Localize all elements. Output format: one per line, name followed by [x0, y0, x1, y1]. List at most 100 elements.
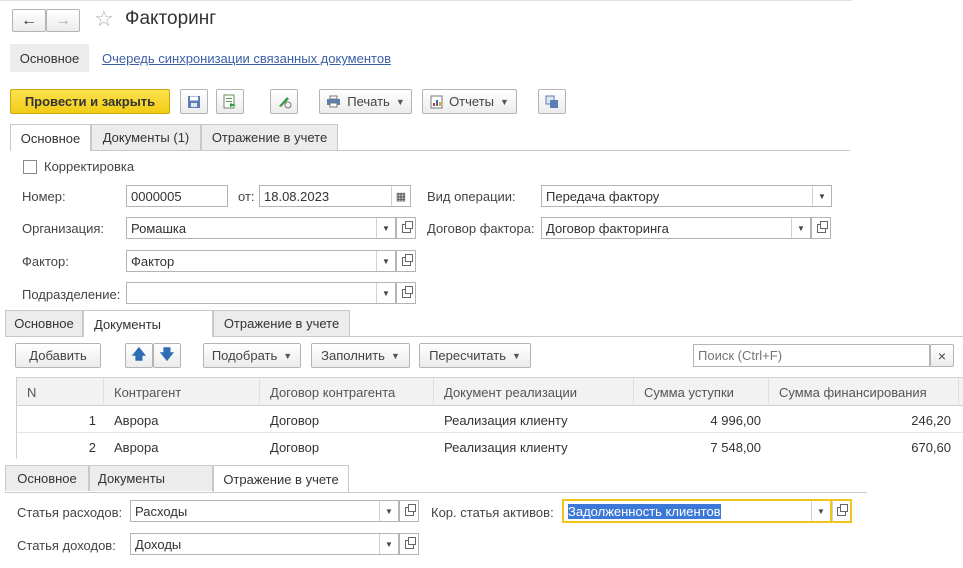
chevron-down-icon[interactable]: ▼	[376, 218, 395, 238]
header-tabbar: Основное Документы (1) Отражение в учете	[10, 124, 850, 151]
col-header-counterparty-contract[interactable]: Договор контрагента	[260, 378, 434, 406]
factor-open-button[interactable]	[396, 250, 416, 272]
factor-select[interactable]: Фактор ▼	[126, 250, 396, 272]
organization-select[interactable]: Ромашка ▼	[126, 217, 396, 239]
organization-open-button[interactable]	[396, 217, 416, 239]
nav-sync-queue-link[interactable]: Очередь синхронизации связанных документ…	[102, 51, 391, 66]
chevron-down-icon: ▼	[395, 96, 405, 107]
number-field[interactable]: 0000005	[126, 185, 228, 207]
cell-contract: Договор	[270, 412, 320, 428]
date-field[interactable]: 18.08.2023 ▦	[259, 185, 411, 207]
title-divider	[0, 0, 852, 1]
add-button[interactable]: Добавить	[15, 343, 101, 368]
open-form-icon	[404, 503, 416, 516]
chevron-down-icon[interactable]: ▼	[812, 186, 831, 206]
table-row[interactable]: 2 Аврора Договор Реализация клиенту 7 54…	[17, 434, 963, 459]
print-button[interactable]: Печать ▼	[319, 89, 412, 114]
search-clear-button[interactable]: ×	[930, 344, 954, 367]
factor-value: Фактор	[131, 253, 175, 269]
docs-tab-main[interactable]: Основное	[5, 310, 83, 336]
move-down-button[interactable]: 🡇	[153, 343, 181, 368]
structure-icon	[545, 95, 558, 108]
chevron-down-icon[interactable]: ▼	[791, 218, 810, 238]
nav-main[interactable]: Основное	[10, 44, 89, 72]
asset-item-select[interactable]: Задолженность клиентов ▼	[562, 499, 832, 523]
post-and-close-button[interactable]: Провести и закрыть	[10, 89, 170, 114]
pencil-icon	[278, 97, 291, 109]
expense-item-select[interactable]: Расходы ▼	[130, 500, 399, 522]
calendar-icon[interactable]: ▦	[391, 186, 410, 206]
save-button[interactable]	[180, 89, 208, 114]
recalculate-button[interactable]: Пересчитать ▼	[419, 343, 531, 368]
docs-tab-accounting[interactable]: Отражение в учете	[213, 310, 350, 336]
income-item-value: Доходы	[135, 536, 182, 552]
operation-type-select[interactable]: Передача фактору ▼	[541, 185, 832, 207]
col-header-sale-document[interactable]: Документ реализации	[434, 378, 634, 406]
arrow-down-icon: 🡇	[159, 345, 175, 362]
tab-main[interactable]: Основное	[10, 124, 91, 151]
department-label: Подразделение:	[22, 287, 121, 302]
tab-documents[interactable]: Документы (1)	[91, 124, 201, 150]
factor-contract-open-button[interactable]	[811, 217, 831, 239]
open-form-icon	[401, 253, 413, 266]
search-input[interactable]	[693, 344, 930, 367]
department-open-button[interactable]	[396, 282, 416, 304]
edit-button[interactable]	[270, 89, 298, 114]
expense-item-label: Статья расходов:	[17, 505, 123, 520]
printer-icon	[327, 95, 341, 108]
asset-item-label: Кор. статья активов:	[431, 505, 554, 520]
operation-type-value: Передача фактору	[546, 188, 660, 204]
reports-button[interactable]: Отчеты ▼	[422, 89, 517, 114]
chevron-down-icon[interactable]: ▼	[376, 283, 395, 303]
income-item-label: Статья доходов:	[17, 538, 116, 553]
recalculate-label: Пересчитать	[429, 348, 506, 363]
post-button[interactable]	[216, 89, 244, 114]
date-from-label: от:	[238, 189, 255, 204]
cell-contract: Договор	[270, 439, 320, 455]
star-icon[interactable]: ☆	[94, 8, 114, 30]
chevron-down-icon[interactable]: ▼	[376, 251, 395, 271]
documents-table: N Контрагент Договор контрагента Докумен…	[16, 377, 963, 459]
correction-checkbox[interactable]	[23, 160, 37, 174]
income-item-open-button[interactable]	[399, 533, 419, 555]
chevron-down-icon[interactable]: ▼	[811, 501, 830, 521]
docs-tab-documents[interactable]: Документы	[83, 310, 213, 337]
cell-assignment-amount: 7 548,00	[710, 439, 761, 455]
acc-tab-main[interactable]: Основное	[5, 465, 89, 491]
col-header-financing-amount[interactable]: Сумма финансирования	[769, 378, 959, 406]
related-docs-button[interactable]	[538, 89, 566, 114]
factor-contract-select[interactable]: Договор факторинга ▼	[541, 217, 811, 239]
organization-label: Организация:	[22, 221, 105, 236]
pick-button[interactable]: Подобрать ▼	[203, 343, 301, 368]
cell-sale-document: Реализация клиенту	[444, 439, 568, 455]
chevron-down-icon: ▼	[500, 96, 509, 107]
cell-counterparty: Аврора	[114, 412, 159, 428]
acc-tab-documents[interactable]: Документы	[89, 465, 213, 491]
col-header-counterparty[interactable]: Контрагент	[104, 378, 260, 406]
department-select[interactable]: ▼	[126, 282, 396, 304]
chevron-down-icon: ▼	[390, 350, 400, 361]
open-form-icon	[401, 220, 413, 233]
asset-item-open-button[interactable]	[832, 499, 852, 523]
expense-item-open-button[interactable]	[399, 500, 419, 522]
col-header-assignment-amount[interactable]: Сумма уступки	[634, 378, 769, 406]
tab-accounting[interactable]: Отражение в учете	[201, 124, 338, 150]
fill-button[interactable]: Заполнить ▼	[311, 343, 410, 368]
move-up-button[interactable]: 🡅	[125, 343, 153, 368]
chevron-down-icon[interactable]: ▼	[379, 534, 398, 554]
expense-item-value: Расходы	[135, 503, 188, 519]
table-row[interactable]: 1 Аврора Договор Реализация клиенту 4 99…	[17, 407, 963, 433]
acc-tab-accounting[interactable]: Отражение в учете	[213, 465, 349, 492]
report-icon	[430, 95, 443, 108]
col-header-n[interactable]: N	[17, 378, 104, 406]
cell-counterparty: Аврора	[114, 439, 159, 455]
correction-label: Корректировка	[44, 159, 135, 174]
back-button[interactable]: ←	[12, 9, 46, 32]
forward-button[interactable]: →	[46, 9, 80, 32]
floppy-icon	[188, 95, 200, 108]
chevron-down-icon[interactable]: ▼	[379, 501, 398, 521]
accounting-tabbar: Основное Документы Отражение в учете	[5, 465, 867, 493]
cell-sale-document: Реализация клиенту	[444, 412, 568, 428]
cell-assignment-amount: 4 996,00	[710, 412, 761, 428]
income-item-select[interactable]: Доходы ▼	[130, 533, 399, 555]
